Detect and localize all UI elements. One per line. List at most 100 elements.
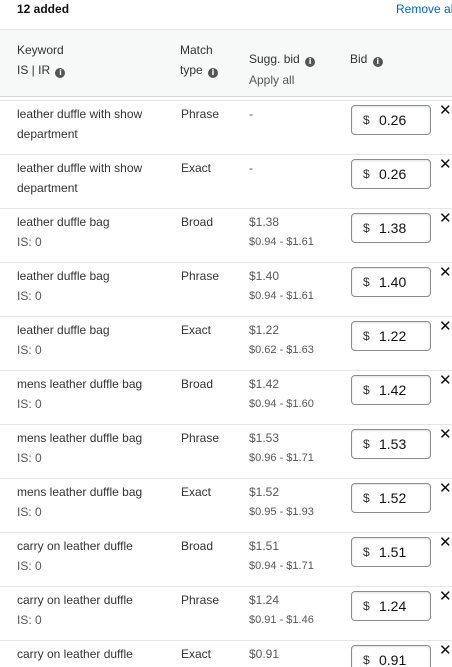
remove-keyword-icon[interactable]: ✕: [439, 209, 452, 227]
keywords-added-bar: 12 added Remove al: [0, 0, 452, 30]
currency-symbol: $: [363, 383, 370, 397]
remove-keyword-icon[interactable]: ✕: [439, 641, 452, 659]
added-count: 12 added: [17, 2, 70, 16]
keyword-text: mens leather duffle bag: [17, 377, 143, 391]
bid-input[interactable]: [379, 219, 427, 237]
remove-keyword-icon[interactable]: ✕: [439, 533, 452, 551]
info-icon[interactable]: i: [305, 57, 316, 67]
suggested-bid-value: -: [249, 161, 253, 175]
keyword-cell: carry on leather duffle: [17, 644, 167, 664]
bid-input[interactable]: [379, 651, 427, 667]
remove-keyword-icon[interactable]: ✕: [439, 425, 452, 443]
suggested-bid-cell: $1.40 $0.94 - $1.61: [249, 266, 314, 306]
bid-input-box[interactable]: $: [351, 645, 431, 667]
table-row: leather duffle with show department Phras…: [0, 100, 452, 154]
bid-input[interactable]: [379, 273, 427, 291]
suggested-bid-value: $1.53: [249, 431, 280, 445]
keyword-cell: carry on leather duffle IS: 0: [17, 590, 167, 630]
info-icon[interactable]: i: [208, 68, 219, 78]
bid-input[interactable]: [379, 111, 427, 129]
bid-input[interactable]: [379, 597, 427, 615]
bid-input[interactable]: [379, 543, 427, 561]
suggested-bid-value: $1.52: [249, 485, 280, 499]
keyword-text: mens leather duffle bag: [17, 485, 143, 499]
match-type-cell: Phrase: [181, 431, 220, 445]
table-row: leather duffle with show department Exact…: [0, 154, 452, 208]
match-type-cell: Broad: [181, 215, 214, 229]
match-type-cell: Broad: [181, 377, 214, 391]
match-type-cell: Exact: [181, 485, 212, 499]
bid-input-box[interactable]: $: [351, 321, 431, 351]
remove-keyword-icon[interactable]: ✕: [439, 155, 452, 173]
suggested-bid-value: $1.40: [249, 269, 280, 283]
table-header: Keyword IS | IR i Match type i Sugg. bid…: [0, 30, 452, 97]
suggested-bid-cell: $1.42 $0.94 - $1.60: [249, 374, 314, 414]
remove-keyword-icon[interactable]: ✕: [439, 263, 452, 281]
impression-share: IS: 0: [17, 505, 42, 519]
currency-symbol: $: [363, 599, 370, 613]
suggested-bid-cell: $1.22 $0.62 - $1.63: [249, 320, 314, 360]
table-row: carry on leather duffle IS: 0 Phrase $1.24 $…: [0, 586, 452, 640]
impression-share: IS: 0: [17, 235, 42, 249]
bid-input[interactable]: [379, 489, 427, 507]
suggested-bid-range: $0.95 - $1.93: [249, 506, 314, 518]
bid-input-box[interactable]: $: [351, 159, 431, 189]
suggested-bid-value: $1.38: [249, 215, 280, 229]
bid-input-box[interactable]: $: [351, 213, 431, 243]
keyword-cell: leather duffle bag IS: 0: [17, 212, 167, 252]
keyword-text: mens leather duffle bag: [17, 431, 143, 445]
bid-input-box[interactable]: $: [351, 591, 431, 621]
keyword-text: carry on leather duffle: [17, 593, 133, 607]
keyword-cell: leather duffle bag IS: 0: [17, 266, 167, 306]
suggested-bid-value: $1.42: [249, 377, 280, 391]
match-type-cell: Exact: [181, 647, 212, 661]
suggested-bid-cell: $1.53 $0.96 - $1.71: [249, 428, 314, 468]
bid-input[interactable]: [379, 435, 427, 453]
column-match-label: Match: [180, 43, 213, 57]
suggested-bid-cell: $1.51 $0.94 - $1.71: [249, 536, 314, 576]
remove-keyword-icon[interactable]: ✕: [439, 479, 452, 497]
keyword-text: leather duffle bag: [17, 215, 110, 229]
currency-symbol: $: [363, 221, 370, 235]
bid-input-box[interactable]: $: [351, 429, 431, 459]
remove-keyword-icon[interactable]: ✕: [439, 317, 452, 335]
suggested-bid-value: $1.22: [249, 323, 280, 337]
bid-input-box[interactable]: $: [351, 267, 431, 297]
table-row: carry on leather duffle IS: 0 Broad $1.51 $0…: [0, 532, 452, 586]
bid-input-box[interactable]: $: [351, 375, 431, 405]
keyword-text: leather duffle with show department: [17, 107, 143, 141]
bid-input-box[interactable]: $: [351, 537, 431, 567]
remove-keyword-icon[interactable]: ✕: [439, 587, 452, 605]
remove-keyword-icon[interactable]: ✕: [439, 101, 452, 119]
suggested-bid-value: -: [249, 107, 253, 121]
currency-symbol: $: [363, 167, 370, 181]
suggested-bid-range: $0.96 - $1.71: [249, 452, 314, 464]
keyword-text: leather duffle with show department: [17, 161, 143, 195]
bid-input[interactable]: [379, 327, 427, 345]
impression-share: IS: 0: [17, 559, 42, 573]
currency-symbol: $: [363, 275, 370, 289]
remove-all-link[interactable]: Remove al: [396, 2, 452, 16]
bid-input-box[interactable]: $: [351, 483, 431, 513]
info-icon[interactable]: i: [55, 68, 66, 78]
bid-input[interactable]: [379, 165, 427, 183]
apply-all-link[interactable]: Apply all: [249, 70, 315, 90]
bid-input[interactable]: [379, 381, 427, 399]
suggested-bid-range: $0.94 - $1.61: [249, 290, 314, 302]
suggested-bid-cell: $0.91: [249, 644, 279, 664]
info-icon[interactable]: i: [372, 57, 383, 67]
column-sugg-label: Sugg. bid: [249, 52, 300, 66]
column-suggested-bid: Sugg. bid i Apply all: [249, 49, 316, 90]
suggested-bid-cell: -: [249, 158, 253, 178]
column-match-type: Match type i: [180, 40, 219, 80]
column-match-sub-label: type: [180, 63, 203, 77]
table-row: mens leather duffle bag IS: 0 Broad $1.42 $0…: [0, 370, 452, 424]
keyword-text: carry on leather duffle: [17, 647, 133, 661]
currency-symbol: $: [363, 545, 370, 559]
table-row: leather duffle bag IS: 0 Exact $1.22 $0.62 -…: [0, 316, 452, 370]
bid-input-box[interactable]: $: [351, 105, 431, 135]
suggested-bid-range: $0.94 - $1.60: [249, 398, 314, 410]
impression-share: IS: 0: [17, 613, 42, 627]
suggested-bid-value: $1.24: [249, 593, 280, 607]
remove-keyword-icon[interactable]: ✕: [439, 371, 452, 389]
